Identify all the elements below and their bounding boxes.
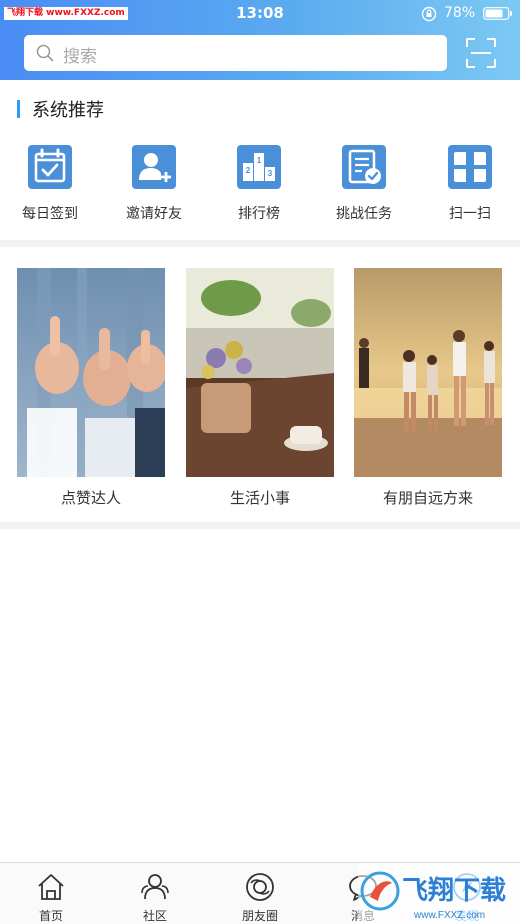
card-caption: 有朋自远方来 [382,489,473,507]
search-input[interactable]: 搜索 [24,35,447,71]
section-divider [0,522,520,529]
tab-label: 首页 [38,909,63,923]
friends-beach-photo [354,268,502,477]
table-flowers-coffee-photo [186,268,334,477]
grid-item-challenge-task[interactable]: 挑战任务 [314,143,414,223]
grid-item-daily-signin[interactable]: 每日签到 [0,143,100,223]
status-bar: 飞翔下载 www.FXXZ.com 13:08 78% [0,0,520,26]
podium-icon: 1 2 3 [237,145,281,189]
header: 飞翔下载 www.FXXZ.com 13:08 78% 搜索 [0,0,520,80]
grid-item-label: 挑战任务 [336,206,392,222]
scan-button[interactable] [465,37,497,69]
add-user-icon [132,145,176,189]
thumbs-up-photo [17,268,165,477]
svg-text:2: 2 [246,166,251,175]
section-divider [0,240,520,247]
search-icon [36,44,54,62]
watermark-logo-text: 飞翔下载 [402,876,506,906]
search-placeholder: 搜索 [63,47,97,67]
watermark-logo-url: www.FXXZ.com [413,910,485,921]
card-thumbs-up[interactable]: 点赞达人 [17,268,165,508]
tab-home[interactable]: 首页 [16,871,86,924]
home-icon [38,874,64,900]
section-title: 系统推荐 [32,100,104,121]
grid-item-label: 邀请好友 [126,206,182,222]
card-caption: 生活小事 [229,489,290,507]
grid-item-leaderboard[interactable]: 1 2 3 排行榜 [209,143,309,223]
grid-item-label: 每日签到 [22,206,78,222]
card-life-moments[interactable]: 生活小事 [186,268,334,508]
calendar-check-icon [28,145,72,189]
grid-item-label: 排行榜 [238,206,280,222]
tab-label: 朋友圈 [241,909,278,923]
tab-label: 社区 [142,909,167,923]
tab-community[interactable]: 社区 [120,871,190,924]
card-caption: 点赞达人 [60,489,121,507]
community-icon [141,874,169,900]
grid-item-invite-friends[interactable]: 邀请好友 [104,143,204,223]
svg-text:3: 3 [268,169,273,178]
rotation-lock-icon [421,6,437,22]
grid-item-scan[interactable]: 扫一扫 [420,143,520,223]
status-time: 13:08 [236,4,284,22]
moments-icon [246,873,274,901]
task-list-icon [342,145,386,189]
battery-icon [483,7,512,20]
card-friends-from-afar[interactable]: 有朋自远方来 [354,268,502,508]
battery-percent: 78% [444,5,476,21]
tab-moments[interactable]: 朋友圈 [225,871,295,924]
grid-item-label: 扫一扫 [449,206,491,222]
scan-icon [448,145,492,189]
watermark-logo: 飞翔下载 www.FXXZ.com [358,863,520,924]
svg-text:1: 1 [257,156,262,165]
section-title-accent [17,100,20,118]
